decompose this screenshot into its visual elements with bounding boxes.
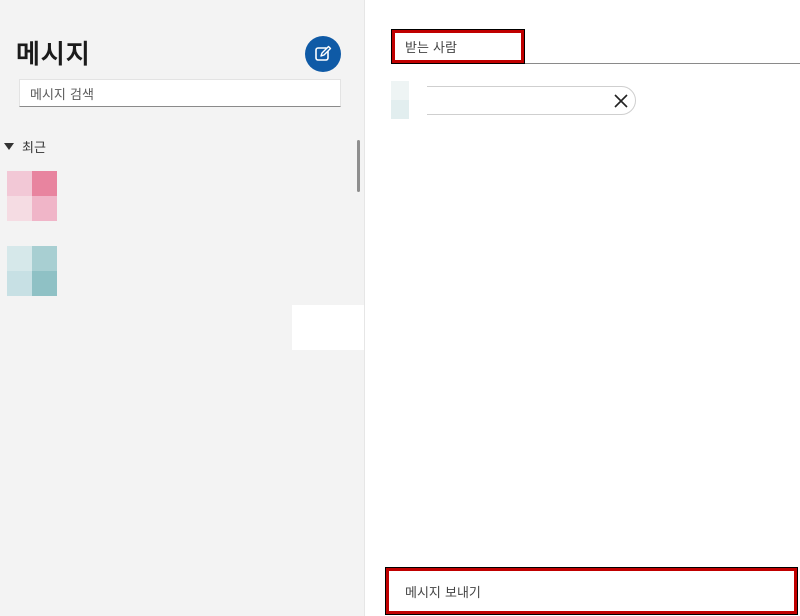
recent-section-toggle[interactable]: 최근 xyxy=(4,137,46,156)
blank-overlay xyxy=(292,305,364,350)
avatar-tile xyxy=(7,246,32,271)
recent-section-label: 최근 xyxy=(22,141,46,156)
avatar-tile xyxy=(32,171,57,196)
avatar-tile xyxy=(409,100,427,119)
to-input[interactable]: 받는 사람 xyxy=(391,29,525,64)
compose-button[interactable] xyxy=(305,36,341,72)
avatar-tile xyxy=(32,246,57,271)
avatar-tile xyxy=(7,171,32,196)
remove-recipient-button[interactable] xyxy=(611,91,631,111)
avatar-tile xyxy=(32,271,57,296)
close-icon xyxy=(614,94,628,108)
conversation-avatar[interactable] xyxy=(7,171,57,221)
avatar-tile xyxy=(32,196,57,221)
recipient-avatar xyxy=(391,81,427,119)
page-title: 메시지 xyxy=(16,40,91,70)
message-placeholder: 메시지 보내기 xyxy=(405,585,481,601)
avatar-tile xyxy=(7,196,32,221)
conversation-avatar[interactable] xyxy=(7,246,57,296)
avatar-tile xyxy=(391,100,409,119)
to-field[interactable]: 받는 사람 xyxy=(391,29,800,64)
avatar-tile xyxy=(409,81,427,100)
avatar-tile xyxy=(391,81,409,100)
search-placeholder: 메시지 검색 xyxy=(30,87,94,103)
search-input[interactable]: 메시지 검색 xyxy=(19,79,341,107)
to-placeholder: 받는 사람 xyxy=(405,41,457,56)
recipient-chip xyxy=(391,86,636,115)
triangle-down-icon xyxy=(4,143,14,150)
message-input[interactable]: 메시지 보내기 xyxy=(385,567,798,615)
scrollbar[interactable] xyxy=(357,140,360,192)
avatar-tile xyxy=(7,271,32,296)
compose-icon xyxy=(315,45,332,61)
